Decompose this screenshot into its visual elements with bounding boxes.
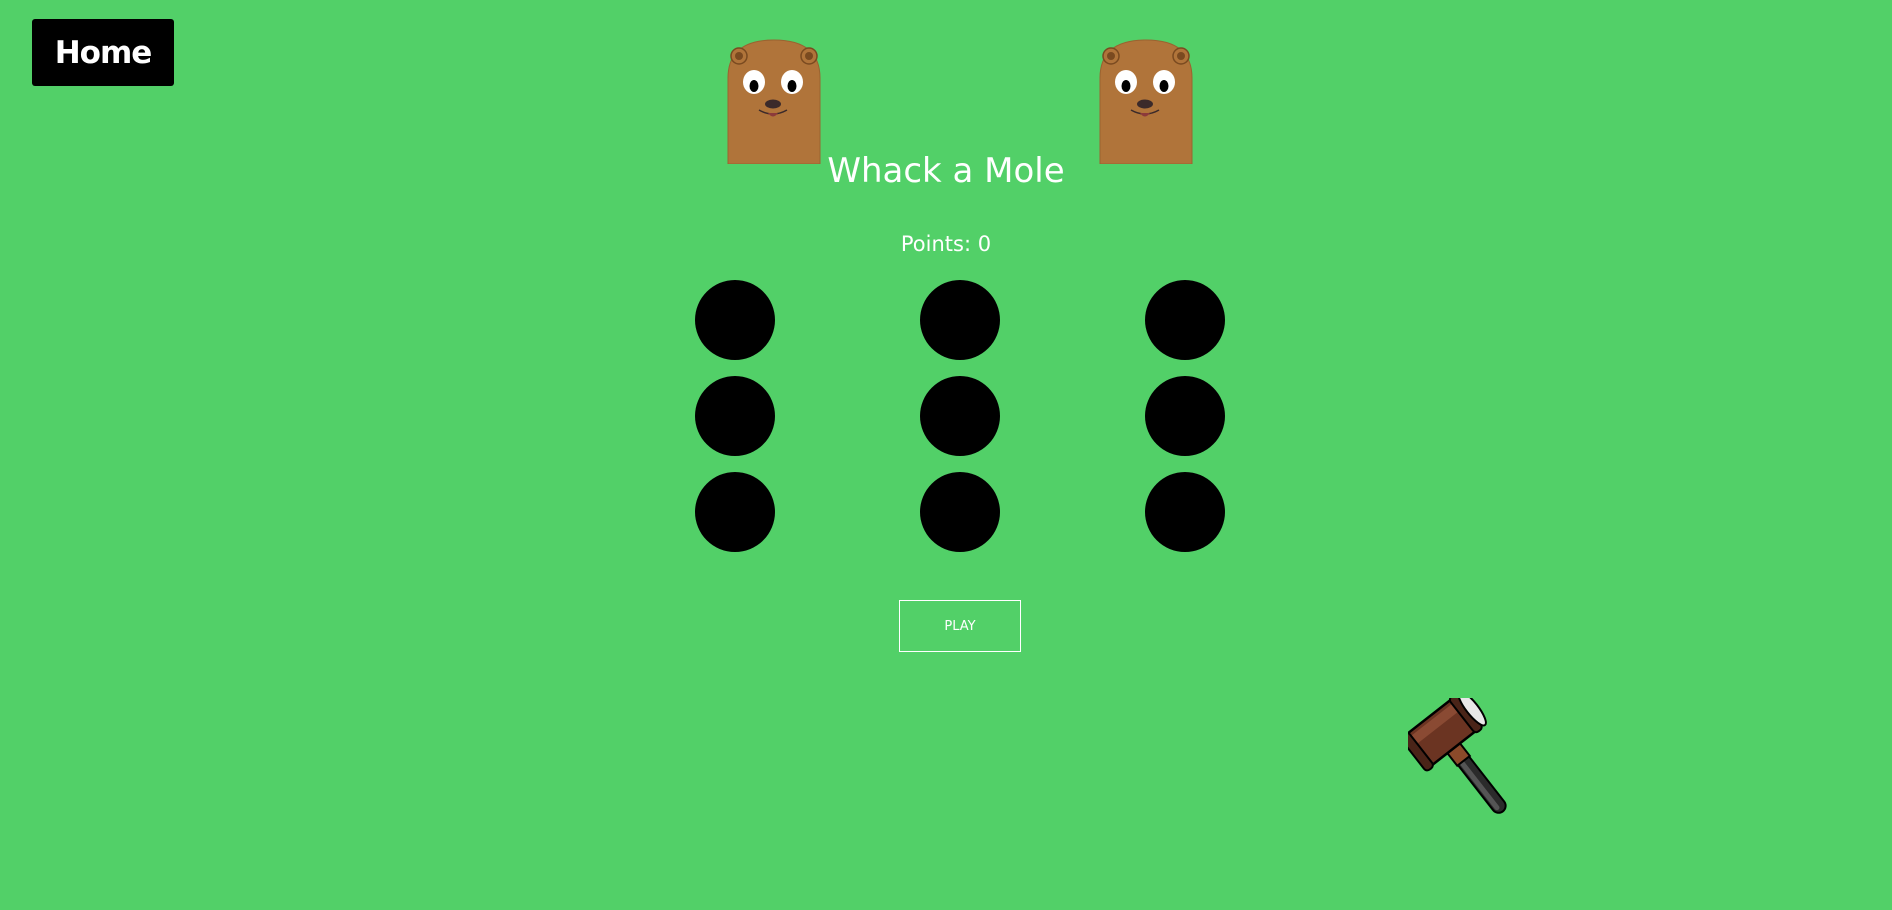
home-button[interactable]: Home <box>32 19 174 86</box>
mole-icon <box>1098 38 1194 164</box>
mole-hole[interactable] <box>920 472 1000 552</box>
mole-hole[interactable] <box>695 376 775 456</box>
game-page: Home Whack a Mole Points: 0 PLAY <box>0 0 1892 910</box>
hammer-cursor-icon <box>1400 690 1524 830</box>
mole-hole[interactable] <box>695 472 775 552</box>
mole-hole[interactable] <box>920 280 1000 360</box>
mole-icon <box>726 38 822 164</box>
play-button[interactable]: PLAY <box>899 600 1021 652</box>
mole-hole[interactable] <box>1145 280 1225 360</box>
mole-hole[interactable] <box>1145 376 1225 456</box>
mole-hole[interactable] <box>695 280 775 360</box>
mole-hole[interactable] <box>1145 472 1225 552</box>
hole-grid <box>695 280 1226 552</box>
game-title: Whack a Mole <box>827 151 1065 191</box>
points-counter: Points: 0 <box>900 232 992 256</box>
mole-hole[interactable] <box>920 376 1000 456</box>
